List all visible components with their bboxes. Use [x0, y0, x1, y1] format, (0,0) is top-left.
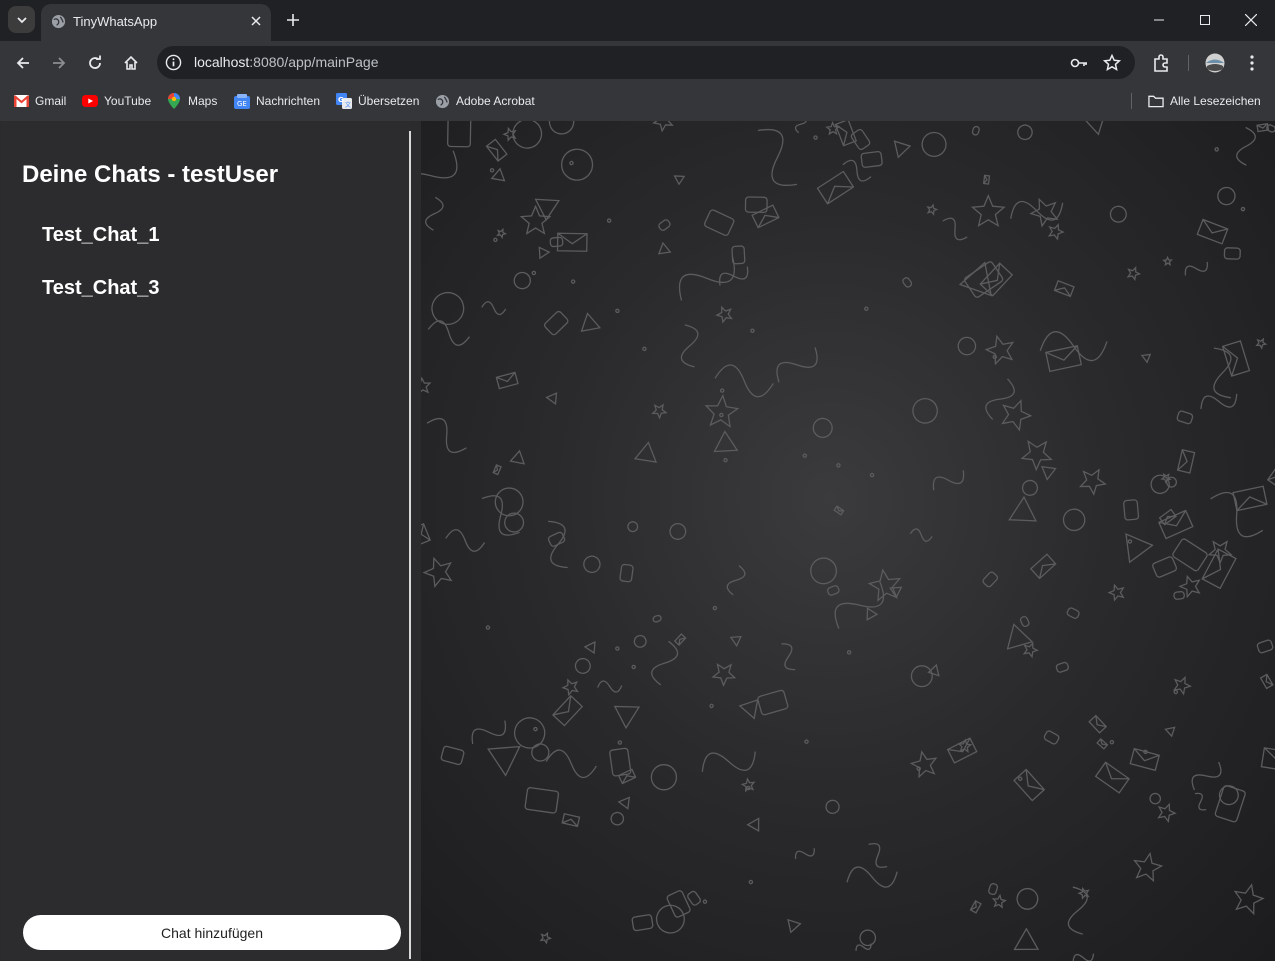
toolbar-separator	[1188, 55, 1189, 71]
tab-search-button[interactable]	[8, 6, 35, 33]
back-button[interactable]	[9, 49, 37, 77]
sidebar-divider	[409, 131, 411, 959]
bookmark-maps[interactable]: Maps	[166, 92, 217, 110]
chevron-down-icon	[16, 16, 27, 23]
tab-strip: TinyWhatsApp	[0, 0, 1275, 41]
maps-icon	[166, 93, 182, 109]
url-host: localhost	[194, 54, 250, 70]
reload-icon	[89, 55, 101, 69]
key-icon[interactable]	[1070, 54, 1088, 72]
bookmark-label: Maps	[188, 94, 218, 108]
chat-list-item[interactable]: Test_Chat_1	[42, 222, 159, 275]
tab-title: TinyWhatsApp	[73, 14, 158, 29]
folder-icon	[1148, 93, 1164, 109]
app-main-page: Deine Chats - testUser Test_Chat_1 Test_…	[0, 121, 1275, 961]
chat-sidebar: Deine Chats - testUser Test_Chat_1 Test_…	[1, 121, 410, 961]
minimize-button[interactable]	[1136, 0, 1182, 40]
star-icon[interactable]	[1103, 54, 1121, 72]
bookmark-label: Gmail	[35, 94, 67, 108]
news-icon: GE	[234, 93, 250, 109]
bookmark-label: YouTube	[104, 94, 152, 108]
bookmark-label: Adobe Acrobat	[456, 94, 535, 108]
globe-icon	[51, 14, 66, 29]
browser-toolbar: localhost:8080/app/mainPage	[0, 41, 1275, 85]
maximize-icon	[1200, 15, 1210, 25]
gmail-icon	[13, 93, 29, 109]
extensions-icon[interactable]	[1152, 53, 1172, 73]
arrow-left-icon	[16, 57, 29, 69]
new-tab-button[interactable]	[282, 9, 304, 31]
profile-avatar-icon[interactable]	[1205, 53, 1225, 73]
translate-icon: G文	[336, 93, 352, 109]
close-icon	[1245, 14, 1257, 26]
url-text[interactable]: localhost:8080/app/mainPage	[194, 54, 378, 70]
url-path: :8080/app/mainPage	[249, 54, 379, 70]
chat-wallpaper	[421, 121, 1275, 961]
chat-list-item[interactable]: Test_Chat_3	[42, 275, 159, 328]
bookmarks-bar: Gmail YouTube Maps GE Nachrichten G文 Übe…	[0, 85, 1275, 117]
all-bookmarks-button[interactable]: Alle Lesezeichen	[1148, 92, 1261, 110]
close-icon	[251, 16, 261, 26]
bookmark-label: Übersetzen	[358, 94, 420, 108]
svg-text:文: 文	[345, 101, 351, 109]
address-bar[interactable]: localhost:8080/app/mainPage	[157, 46, 1135, 79]
home-button[interactable]	[117, 49, 145, 77]
page-title: Deine Chats - testUser	[22, 161, 279, 188]
maximize-button[interactable]	[1182, 0, 1228, 40]
chat-list: Test_Chat_1 Test_Chat_3	[42, 222, 159, 328]
home-icon	[124, 55, 138, 70]
bookmarks-separator	[1131, 93, 1132, 109]
bookmark-uebersetzen[interactable]: G文 Übersetzen	[336, 92, 419, 110]
reload-button[interactable]	[81, 49, 109, 77]
doodle-pattern	[421, 121, 1275, 961]
tab-close-button[interactable]	[247, 12, 265, 30]
arrow-right-icon	[53, 57, 66, 69]
plus-icon	[287, 14, 299, 26]
bookmark-youtube[interactable]: YouTube	[82, 92, 151, 110]
forward-button[interactable]	[45, 49, 73, 77]
minimize-icon	[1154, 19, 1164, 21]
youtube-icon	[82, 93, 98, 109]
add-chat-button[interactable]: Chat hinzufügen	[23, 915, 401, 950]
svg-text:GE: GE	[237, 100, 247, 108]
info-icon[interactable]	[165, 54, 182, 71]
bookmark-nachrichten[interactable]: GE Nachrichten	[234, 92, 320, 110]
close-window-button[interactable]	[1228, 0, 1274, 40]
bookmark-gmail[interactable]: Gmail	[13, 92, 66, 110]
bookmark-label: Nachrichten	[256, 94, 321, 108]
globe-icon	[434, 93, 450, 109]
all-bookmarks-label: Alle Lesezeichen	[1170, 94, 1261, 108]
svg-text:G: G	[338, 96, 344, 104]
menu-dots-icon[interactable]	[1242, 53, 1262, 73]
active-tab[interactable]: TinyWhatsApp	[41, 4, 271, 41]
bookmark-adobe-acrobat[interactable]: Adobe Acrobat	[434, 92, 535, 110]
